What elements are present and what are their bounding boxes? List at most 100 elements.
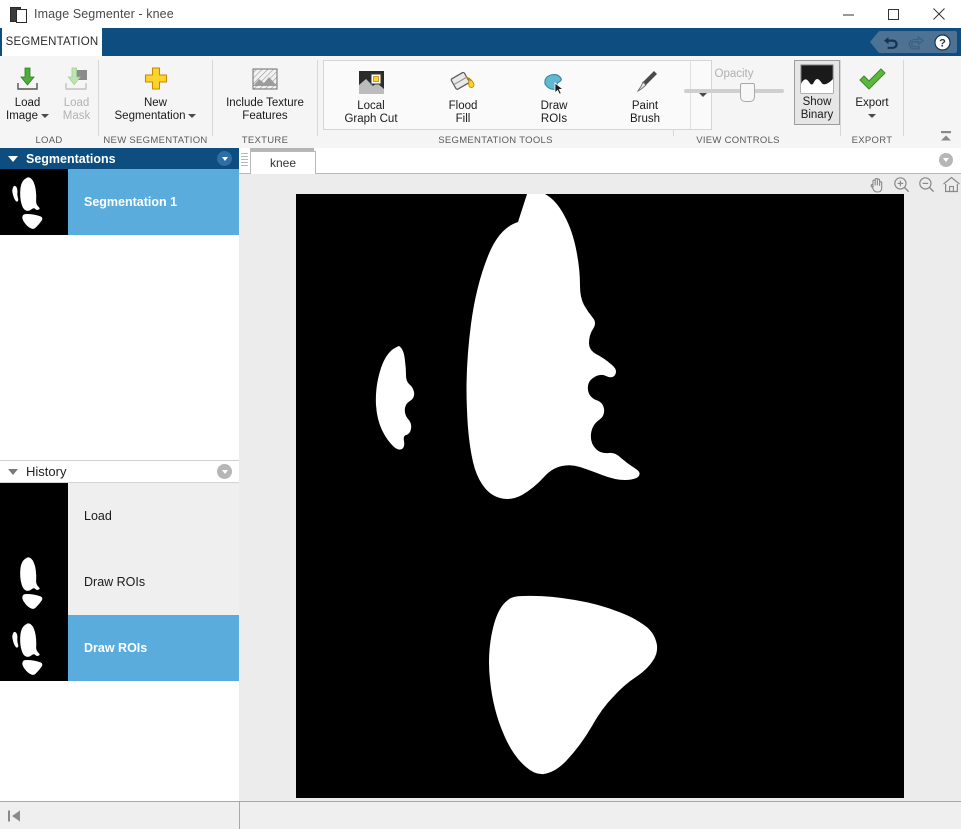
close-button[interactable] [916, 0, 961, 28]
show-binary-label-1: Show [802, 96, 832, 108]
local-graph-cut-icon [357, 65, 386, 97]
history-list: Load Draw ROIs Draw ROIs [0, 483, 239, 681]
first-step-icon[interactable] [7, 809, 23, 823]
ribbon-tab-strip: SEGMENTATION ? [0, 28, 961, 56]
export-label-1: Export [855, 97, 889, 109]
window-title: Image Segmenter - knee [34, 7, 174, 21]
local-graph-cut-label-2: Graph Cut [344, 113, 398, 125]
undo-icon[interactable] [882, 34, 899, 51]
segmentations-panel-title: Segmentations [26, 151, 116, 166]
ribbon-section-segmentation-tools: Local Graph Cut Flood Fill Draw ROIs Pai… [318, 56, 712, 148]
ribbon-section-label-view-controls: VIEW CONTROLS [696, 135, 780, 146]
panel-collapse-icon[interactable] [8, 468, 18, 475]
include-texture-label-1: Include Texture [226, 97, 304, 109]
chevron-down-icon[interactable] [868, 113, 876, 118]
left-panel: Segmentations Segmentation 1 History Loa… [0, 148, 240, 801]
list-item[interactable]: Draw ROIs [0, 615, 239, 681]
segmentations-panel-header[interactable]: Segmentations [0, 148, 239, 169]
chevron-down-icon[interactable] [40, 113, 49, 118]
draw-rois-button[interactable]: Draw ROIs [508, 61, 600, 126]
segmentations-list: Segmentation 1 [0, 169, 239, 235]
flood-fill-label-1: Flood [448, 100, 478, 112]
ribbon-section-label-texture: TEXTURE [241, 135, 289, 146]
ribbon-section-texture: Include Texture Features TEXTURE [213, 56, 317, 148]
status-bar [0, 801, 961, 829]
show-binary-button[interactable]: Show Binary [794, 60, 840, 125]
load-image-label-2: Image [6, 110, 38, 122]
minimize-button[interactable] [826, 0, 871, 28]
document-tab-bar: knee [239, 148, 961, 174]
texture-icon [250, 62, 280, 94]
flood-fill-button[interactable]: Flood Fill [418, 61, 508, 126]
image-view-toolbar [239, 174, 961, 194]
quick-access-toolbar: ? [870, 31, 957, 53]
opacity-label: Opacity [714, 68, 754, 80]
list-item[interactable]: Segmentation 1 [0, 169, 239, 235]
list-item[interactable]: Draw ROIs [0, 549, 239, 615]
paint-brush-label-2: Brush [629, 113, 661, 125]
ribbon-section-view-controls: Opacity Show Binary VIEW CONTROLS [674, 56, 840, 148]
ribbon-section-load: Load Image Load Mask LOAD [0, 56, 98, 148]
ribbon-section-export: Export EXPORT [841, 56, 903, 148]
show-binary-icon [800, 64, 834, 96]
help-icon[interactable]: ? [934, 33, 951, 51]
tab-segmentation[interactable]: SEGMENTATION [2, 28, 102, 56]
include-texture-features-button[interactable]: Include Texture Features [213, 58, 317, 123]
opacity-slider[interactable] [684, 83, 784, 102]
pan-icon[interactable] [866, 175, 886, 193]
include-texture-label-2: Features [242, 110, 288, 122]
svg-text:?: ? [939, 37, 946, 49]
ribbon-section-label-new-segmentation: NEW SEGMENTATION [103, 135, 208, 146]
document-tab-knee[interactable]: knee [250, 151, 316, 174]
opacity-slider-thumb[interactable] [740, 83, 755, 102]
ribbon-section-label-export: EXPORT [851, 135, 893, 146]
new-segmentation-label-2: Segmentation [114, 110, 186, 122]
status-bar-left [0, 802, 240, 829]
zoom-out-icon[interactable] [916, 175, 936, 193]
collapse-ribbon-icon[interactable] [937, 128, 955, 146]
panel-options-icon[interactable] [217, 151, 232, 166]
history-panel-header[interactable]: History [0, 461, 239, 483]
export-icon [857, 62, 887, 94]
title-bar: Image Segmenter - knee [0, 0, 961, 28]
load-mask-icon [61, 62, 91, 94]
history-thumbnail-2 [0, 549, 68, 615]
history-item-label: Draw ROIs [84, 641, 148, 655]
document-options-icon[interactable] [939, 153, 953, 167]
zoom-in-icon[interactable] [891, 175, 911, 193]
reset-view-icon[interactable] [941, 175, 961, 193]
segmentation-thumbnail [0, 169, 68, 235]
flood-fill-label-2: Fill [455, 113, 471, 125]
image-segmenter-window: Image Segmenter - knee SEGMENTATION ? Lo… [0, 0, 961, 829]
flood-fill-icon [449, 65, 478, 97]
redo-icon [908, 34, 925, 51]
new-segmentation-icon [141, 62, 171, 94]
draw-rois-label-2: ROIs [540, 113, 568, 125]
new-segmentation-label-1: New [143, 97, 167, 109]
segmentation-tools-box: Local Graph Cut Flood Fill Draw ROIs Pai… [323, 60, 712, 130]
local-graph-cut-label-1: Local [357, 100, 385, 112]
draw-rois-label-1: Draw [540, 100, 568, 112]
load-mask-label-2: Mask [62, 110, 91, 122]
local-graph-cut-button[interactable]: Local Graph Cut [324, 61, 418, 126]
history-item-label: Draw ROIs [84, 575, 146, 589]
chevron-down-icon[interactable] [188, 113, 197, 118]
load-image-button[interactable]: Load Image [0, 58, 55, 123]
panel-collapse-icon[interactable] [8, 155, 18, 162]
show-binary-label-2: Binary [800, 109, 834, 121]
ribbon-section-new-segmentation: New Segmentation NEW SEGMENTATION [99, 56, 212, 148]
drag-grip-icon[interactable] [241, 153, 248, 168]
list-item[interactable]: Load [0, 483, 239, 549]
draw-rois-icon [540, 65, 569, 97]
export-button[interactable]: Export [841, 58, 903, 123]
ribbon-section-label-segmentation-tools: SEGMENTATION TOOLS [438, 135, 553, 146]
app-icon [10, 6, 27, 23]
panel-options-icon[interactable] [217, 464, 232, 479]
history-thumbnail-empty [0, 483, 68, 549]
load-image-icon [12, 62, 42, 94]
maximize-button[interactable] [871, 0, 916, 28]
history-thumbnail-3 [0, 615, 68, 681]
ribbon: Load Image Load Mask LOAD New Segmentati… [0, 56, 961, 149]
segmentation-canvas[interactable] [296, 190, 904, 798]
new-segmentation-button[interactable]: New Segmentation [99, 58, 212, 123]
